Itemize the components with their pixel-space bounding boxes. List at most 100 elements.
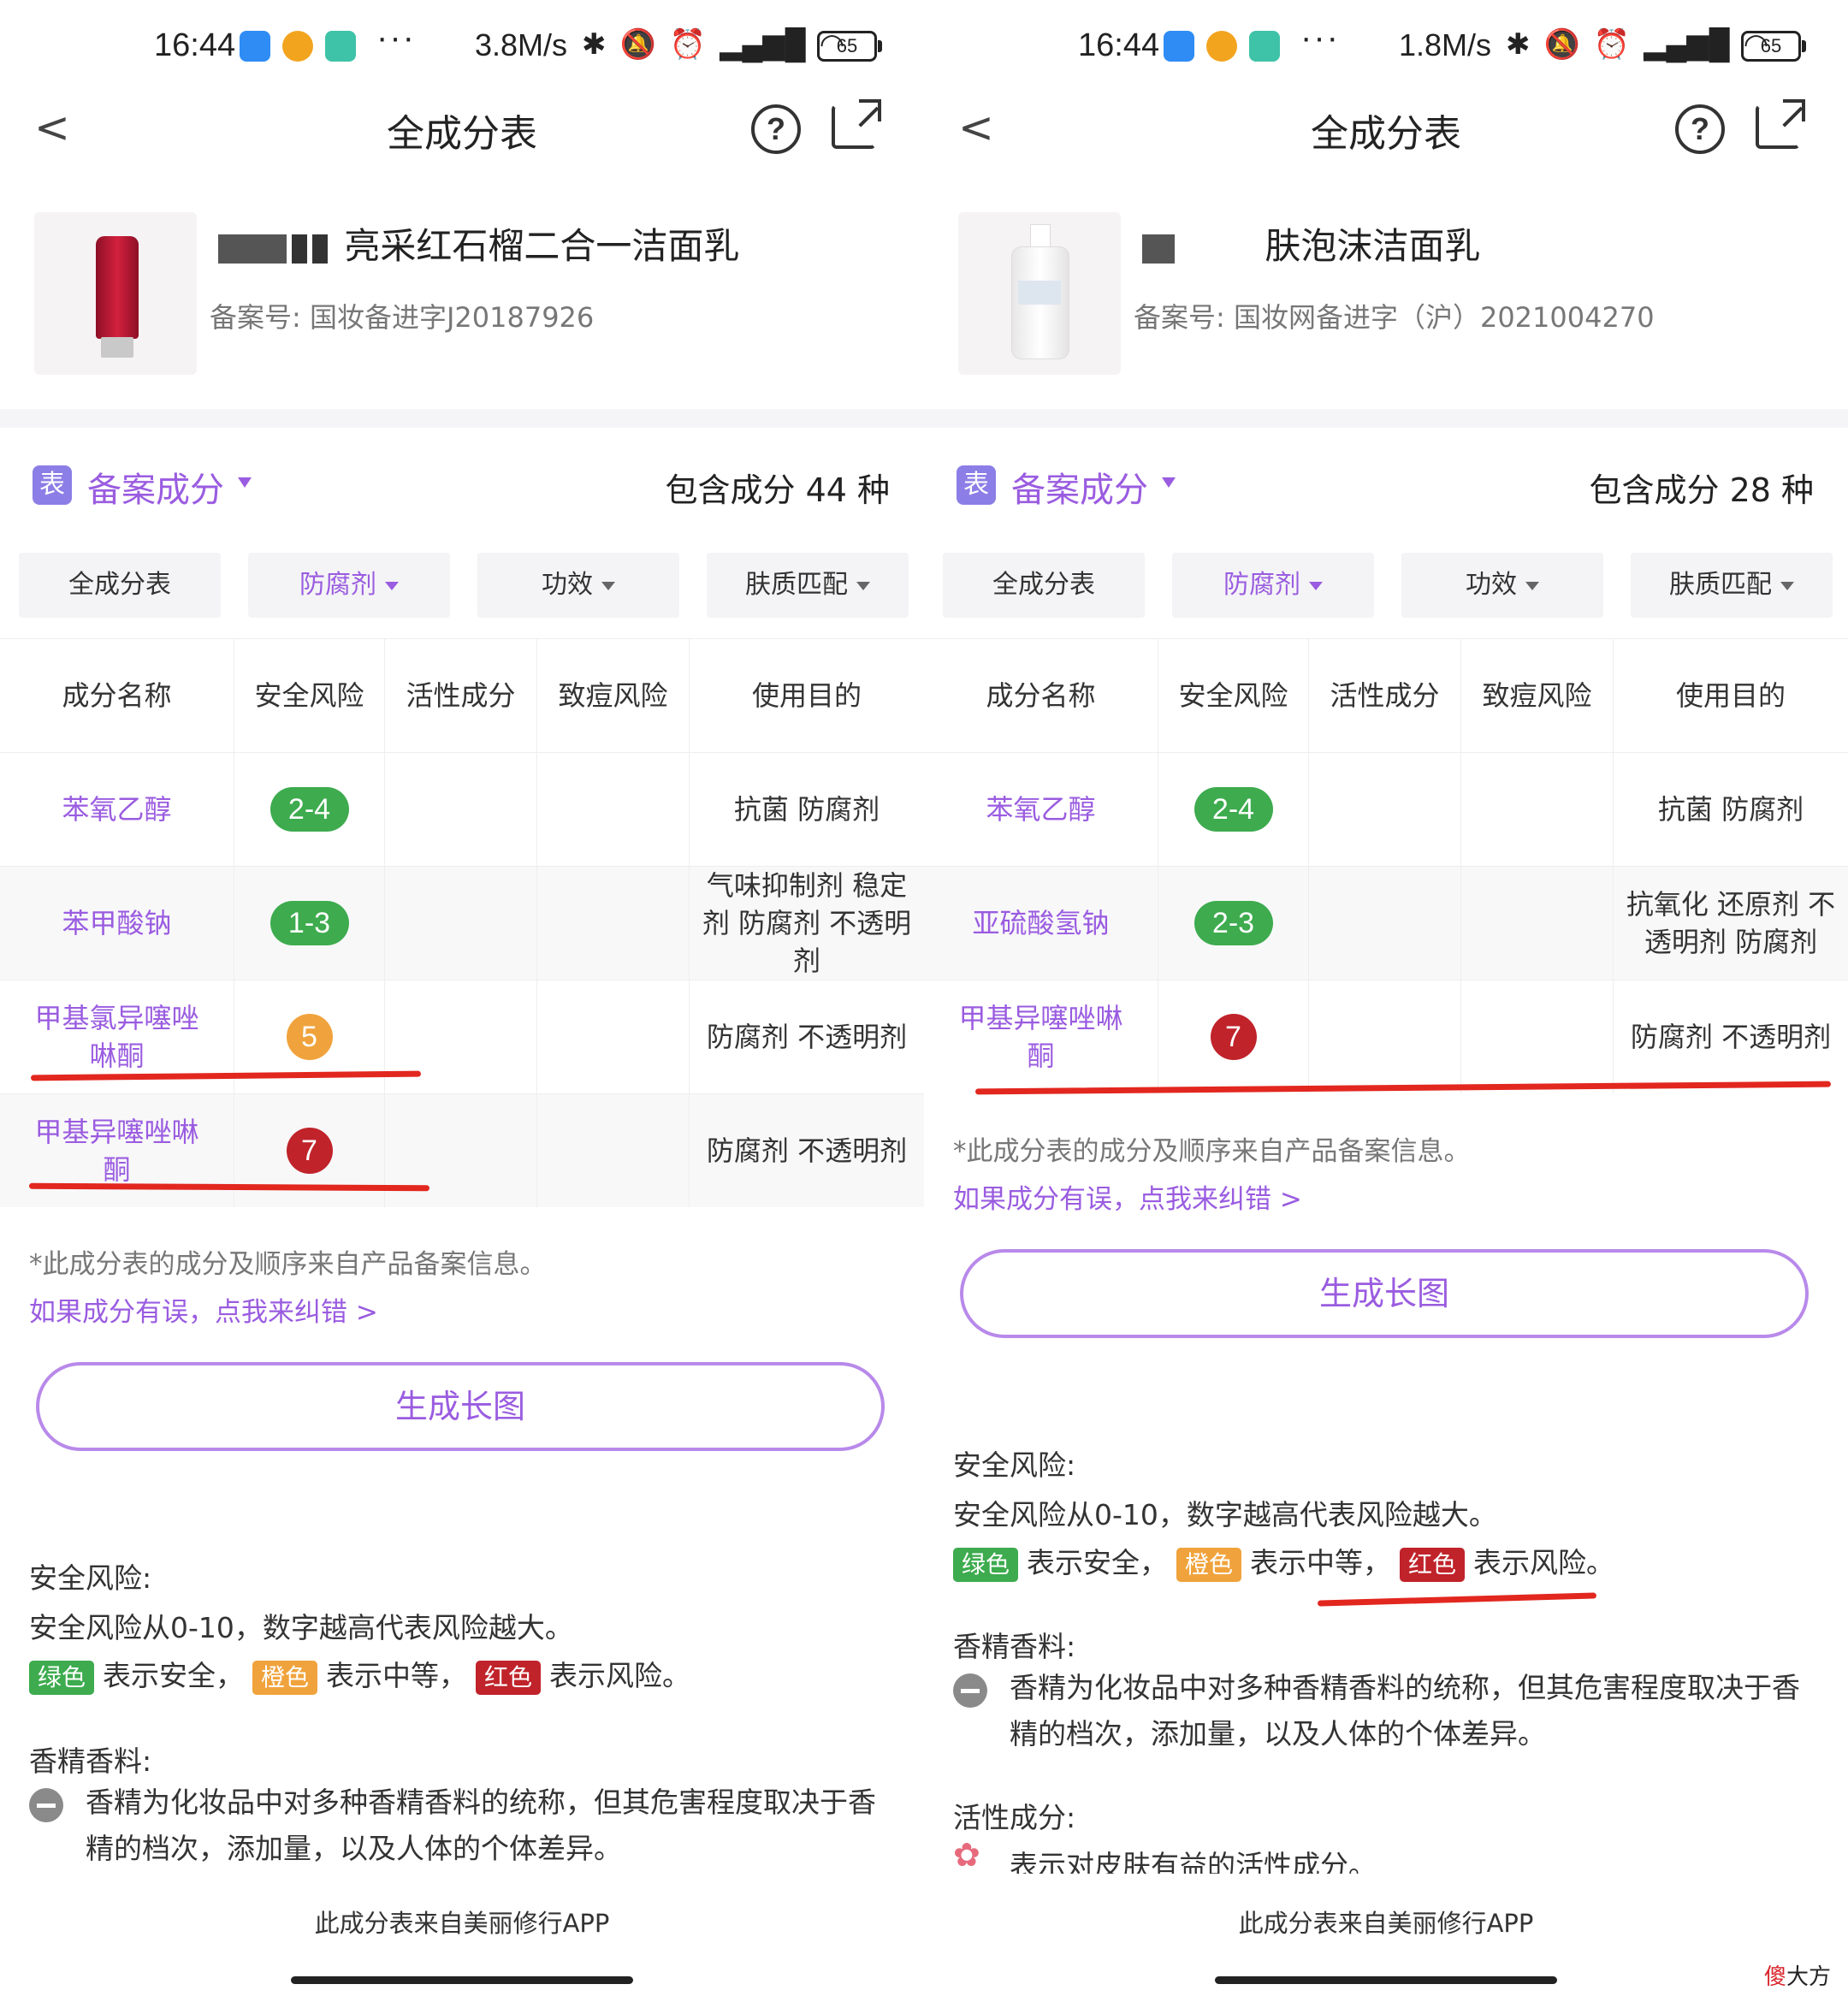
column-header: 使用目的	[1675, 679, 1786, 712]
redaction-mask	[292, 234, 307, 264]
chevron-down-icon	[856, 581, 870, 590]
ingredient-name[interactable]: 甲基异噻唑啉酮	[0, 1113, 234, 1188]
table-header-row: 成分名称 安全风险 活性成分 致痘风险 使用目的	[0, 638, 924, 752]
acne-cell	[1461, 980, 1614, 1093]
ingredient-name[interactable]: 亚硫酸氢钠	[946, 904, 1134, 942]
risk-badge: 2-3	[1194, 901, 1273, 945]
chevron-down-icon	[1525, 581, 1539, 590]
column-header: 成分名称	[0, 639, 234, 752]
share-icon[interactable]	[832, 99, 881, 149]
column-header: 活性成分	[1309, 639, 1461, 752]
battery-icon: 65	[1741, 31, 1806, 62]
ingredient-name[interactable]: 甲基异噻唑啉酮	[924, 999, 1158, 1075]
legend-text: 表示风险。	[1473, 1546, 1615, 1579]
table-badge-icon: 表	[33, 465, 72, 505]
ingredient-table: 成分名称 安全风险 活性成分 致痘风险 使用目的 苯氧乙醇 2-4 抗菌 防腐剂…	[0, 638, 924, 1207]
ingredient-source-dropdown[interactable]: 备案成分	[87, 462, 224, 512]
active-title: 活性成分:	[953, 1801, 1076, 1834]
redaction-mask	[218, 234, 287, 264]
ingredient-name[interactable]: 苯氧乙醇	[960, 791, 1121, 828]
network-speed: 1.8M/s	[1399, 27, 1492, 62]
risk-badge: 2-4	[1194, 787, 1273, 832]
active-cell	[385, 753, 537, 866]
tab-full-list[interactable]: 全成分表	[19, 553, 221, 618]
safety-title: 安全风险:	[29, 1561, 152, 1595]
column-header: 使用目的	[751, 679, 862, 712]
corner-watermark: 傻大方	[1764, 1959, 1831, 1991]
active-cell	[385, 867, 537, 980]
table-row[interactable]: 苯甲酸钠 1-3 气味抑制剂 稳定剂 防腐剂 不透明剂	[0, 866, 924, 980]
home-indicator[interactable]	[291, 1976, 633, 1984]
redaction-mask	[312, 234, 328, 264]
report-error-link[interactable]: 如果成分有误，点我来纠错 >	[29, 1290, 378, 1329]
fragrance-text: 香精为化妆品中对多种香精香料的统称，但其危害程度取决于香精的档次，添加量，以及人…	[86, 1786, 876, 1865]
fragrance-title: 香精香料:	[953, 1630, 1076, 1663]
tab-efficacy[interactable]: 功效	[1401, 553, 1603, 618]
ingredient-count: 包含成分 44 种	[665, 471, 890, 509]
flower-icon: ✿	[953, 1836, 980, 1874]
redaction-mask	[1142, 234, 1175, 264]
help-icon[interactable]: ?	[1675, 104, 1725, 154]
legend-text: 表示安全，	[103, 1659, 245, 1692]
tab-full-list[interactable]: 全成分表	[943, 553, 1145, 618]
tab-preservative[interactable]: 防腐剂	[1172, 553, 1374, 618]
table-row[interactable]: 甲基异噻唑啉酮 7 防腐剂 不透明剂	[924, 980, 1848, 1093]
purpose-text: 防腐剂 不透明剂	[706, 1021, 908, 1053]
purpose-text: 抗菌 防腐剂	[733, 793, 880, 826]
nav-header: < 全成分表 ?	[924, 94, 1848, 163]
registration-number: 备案号: 国妆备进字J20187926	[210, 301, 595, 334]
report-error-link[interactable]: 如果成分有误，点我来纠错 >	[953, 1177, 1302, 1216]
ingredient-source-dropdown[interactable]: 备案成分	[1011, 462, 1148, 512]
filter-tabs: 全成分表 防腐剂 功效 肤质匹配	[943, 553, 1841, 618]
table-row[interactable]: 亚硫酸氢钠 2-3 抗氧化 还原剂 不透明剂 防腐剂	[924, 866, 1848, 980]
product-name: 肤泡沫洁面乳	[1142, 217, 1480, 270]
purpose-text: 抗氧化 还原剂 不透明剂 防腐剂	[1626, 888, 1836, 958]
ingredient-name[interactable]: 苯甲酸钠	[36, 904, 197, 942]
status-bar: 16:44 ··· 1.8M/s ✱ 🔕 ⏰ ▂▄▆█ ◠ 65	[924, 19, 1848, 87]
fragrance-title: 香精香料:	[29, 1744, 152, 1778]
tab-efficacy[interactable]: 功效	[477, 553, 679, 618]
table-row[interactable]: 苯氧乙醇 2-4 抗菌 防腐剂	[924, 752, 1848, 866]
acne-cell	[537, 1094, 690, 1207]
generate-long-image-button[interactable]: 生成长图	[960, 1249, 1809, 1338]
tab-label: 全成分表	[992, 570, 1095, 600]
purpose-text: 抗菌 防腐剂	[1657, 793, 1804, 826]
redaction-mask	[1180, 234, 1248, 264]
notification-icons	[1164, 31, 1280, 62]
legend-text: 表示中等，	[326, 1659, 468, 1692]
table-row[interactable]: 甲基异噻唑啉酮 7 防腐剂 不透明剂	[0, 1093, 924, 1207]
ingredient-section-header: 表 备案成分 包含成分 44 种	[0, 462, 924, 522]
signal-icon: ▂▄▆█	[720, 28, 806, 61]
tab-skin-match[interactable]: 肤质匹配	[1631, 553, 1833, 618]
tab-preservative[interactable]: 防腐剂	[248, 553, 450, 618]
product-card[interactable]: 肤泡沫洁面乳 备案号: 国妆网备进字（沪）2021004270	[958, 212, 1831, 375]
ingredient-name[interactable]: 甲基氯异噻唑啉酮	[0, 999, 234, 1075]
acne-cell	[537, 867, 690, 980]
tube-cap-shape	[101, 337, 133, 358]
home-indicator[interactable]	[1215, 1976, 1557, 1984]
tab-skin-match[interactable]: 肤质匹配	[707, 553, 909, 618]
table-row[interactable]: 苯氧乙醇 2-4 抗菌 防腐剂	[0, 752, 924, 866]
safety-title: 安全风险:	[953, 1448, 1076, 1482]
purpose-text: 防腐剂 不透明剂	[706, 1134, 908, 1167]
column-header: 成分名称	[924, 639, 1158, 752]
filter-tabs: 全成分表 防腐剂 功效 肤质匹配	[19, 553, 917, 618]
watermark-red: 傻	[1764, 1964, 1787, 1990]
network-speed: 3.8M/s	[475, 27, 568, 62]
chevron-down-icon[interactable]	[1162, 477, 1176, 488]
share-icon[interactable]	[1756, 99, 1805, 149]
purpose-text: 气味抑制剂 稳定剂 防腐剂 不透明剂	[702, 869, 912, 977]
generate-long-image-button[interactable]: 生成长图	[36, 1362, 885, 1451]
alarm-icon: ⏰	[669, 28, 707, 61]
tab-label: 肤质匹配	[745, 570, 848, 600]
annotation-underline	[1317, 1592, 1597, 1607]
red-chip: 红色	[1400, 1547, 1466, 1582]
product-image	[34, 212, 197, 375]
bottle-label-shape	[1018, 281, 1061, 305]
more-notifications-icon: ···	[1300, 19, 1340, 56]
help-icon[interactable]: ?	[751, 104, 801, 154]
chevron-down-icon[interactable]	[238, 477, 252, 488]
ingredient-name[interactable]: 苯氧乙醇	[36, 791, 197, 828]
tab-label: 全成分表	[68, 570, 171, 600]
product-card[interactable]: 亮采红石榴二合一洁面乳 备案号: 国妆备进字J20187926	[34, 212, 907, 375]
